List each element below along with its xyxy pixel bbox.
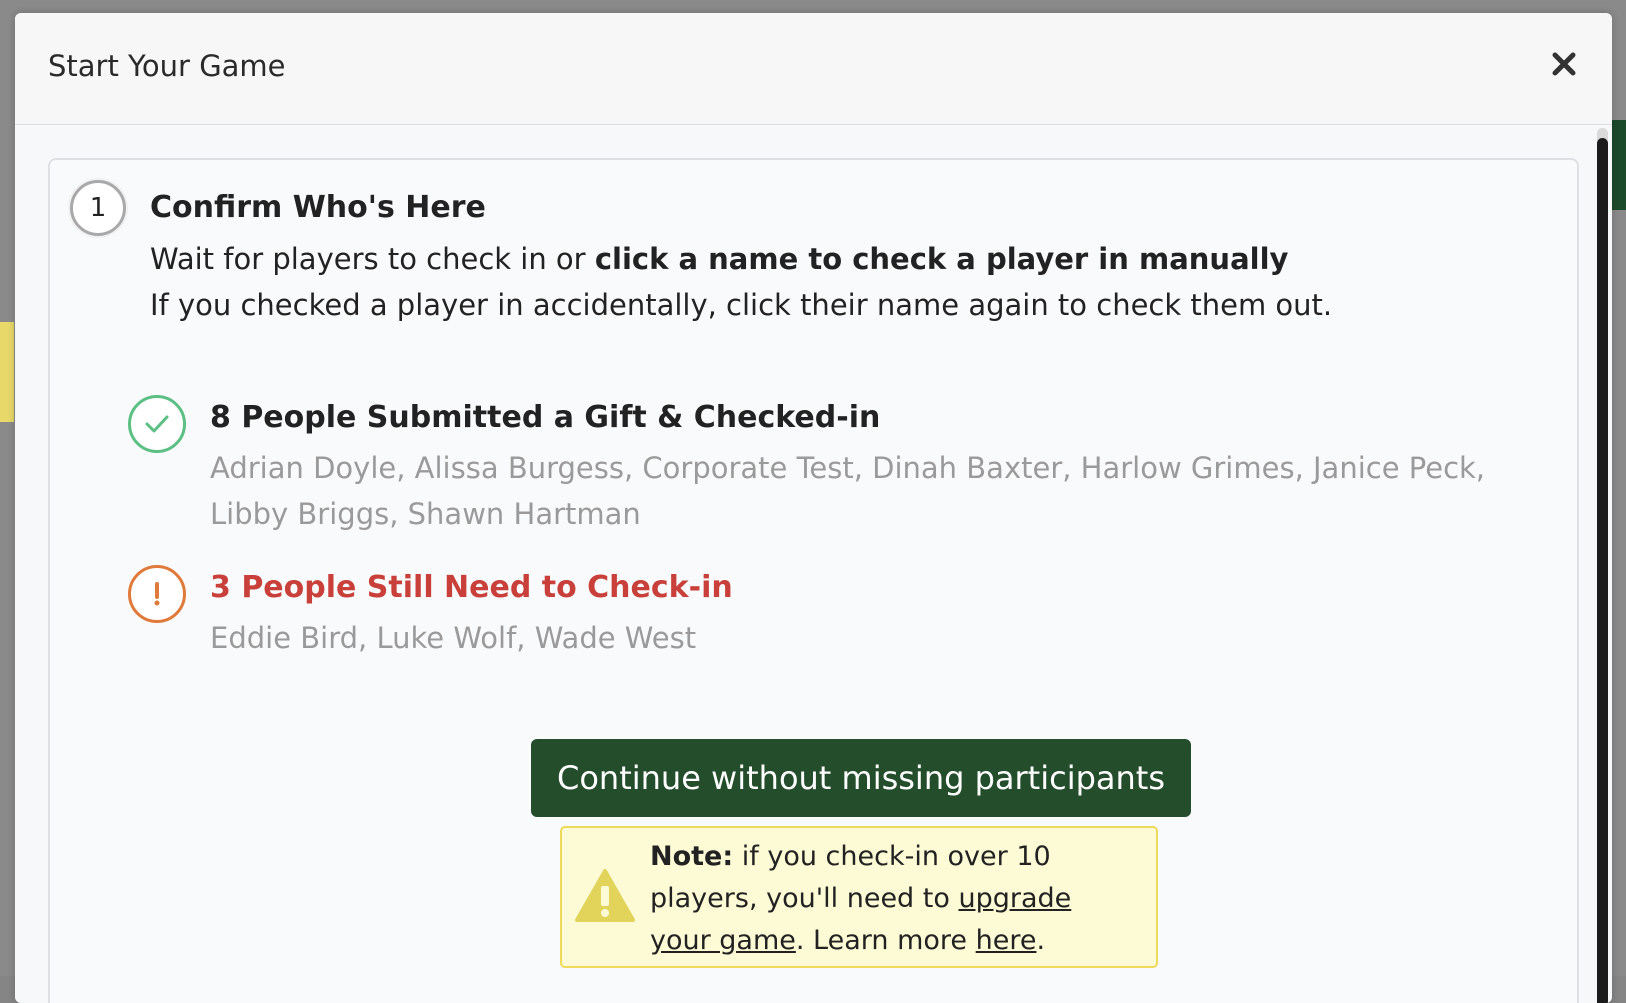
pending-names[interactable]: Eddie Bird, Luke Wolf, Wade West bbox=[210, 615, 1550, 661]
checked-in-names[interactable]: Adrian Doyle, Alissa Burgess, Corporate … bbox=[210, 445, 1550, 537]
scrollbar-thumb[interactable] bbox=[1597, 138, 1608, 1003]
exclamation-icon bbox=[154, 582, 160, 606]
note-text: Note: if you check-in over 10 players, y… bbox=[650, 841, 1072, 956]
upgrade-note: Note: if you check-in over 10 players, y… bbox=[560, 826, 1158, 968]
pending-status-badge bbox=[128, 565, 186, 623]
background-note-fragment bbox=[0, 322, 14, 422]
learn-more-link[interactable]: here bbox=[976, 925, 1037, 956]
step-instruction-secondary: If you checked a player in accidentally,… bbox=[150, 288, 1333, 322]
warning-icon bbox=[575, 869, 635, 922]
close-button[interactable] bbox=[1546, 46, 1582, 82]
modal-scrollbar[interactable] bbox=[1597, 128, 1608, 1003]
modal-title: Start Your Game bbox=[48, 49, 286, 83]
checked-in-title: 8 People Submitted a Gift & Checked-in bbox=[210, 400, 881, 435]
pending-title: 3 People Still Need to Check-in bbox=[210, 570, 733, 605]
step-card: 1 Confirm Who's Here Wait for players to… bbox=[48, 158, 1579, 1003]
step-instruction: Wait for players to check in or click a … bbox=[150, 242, 1289, 276]
step-title: Confirm Who's Here bbox=[150, 190, 486, 225]
start-game-modal: Start Your Game 1 Confirm Who's Here Wai… bbox=[15, 13, 1612, 1003]
note-label: Note: bbox=[650, 841, 734, 872]
continue-without-missing-button[interactable]: Continue without missing participants bbox=[531, 739, 1191, 817]
modal-header: Start Your Game bbox=[15, 13, 1612, 125]
step-number-badge: 1 bbox=[70, 180, 126, 236]
check-icon bbox=[145, 415, 169, 433]
step-instruction-emphasis: click a name to check a player in manual… bbox=[594, 242, 1289, 276]
checked-in-status-badge bbox=[128, 395, 186, 453]
close-icon bbox=[1552, 52, 1576, 76]
